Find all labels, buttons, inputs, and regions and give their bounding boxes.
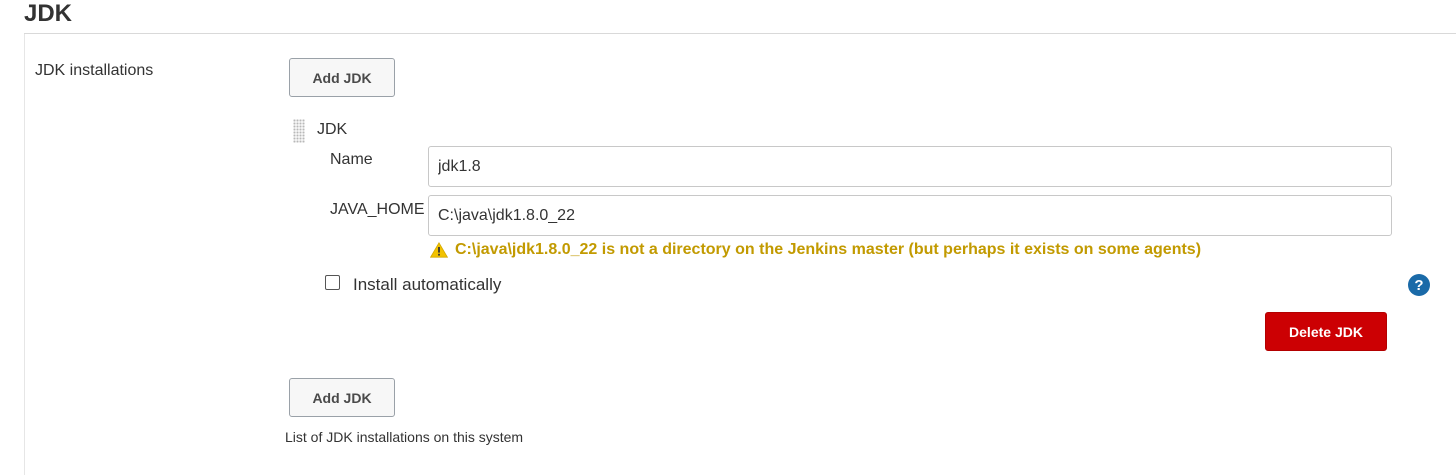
warning-text: C:\java\jdk1.8.0_22 is not a directory o… — [455, 241, 1202, 258]
warning-triangle-icon — [430, 242, 448, 258]
name-label: Name — [330, 151, 373, 168]
jdk-entry-header: JDK — [317, 121, 348, 138]
add-jdk-button-top[interactable]: Add JDK — [289, 58, 395, 97]
jdk-installations-label: JDK installations — [35, 62, 154, 79]
add-jdk-button-bottom[interactable]: Add JDK — [289, 378, 395, 417]
drag-handle-icon[interactable] — [293, 119, 305, 143]
help-icon[interactable]: ? — [1408, 274, 1430, 296]
section-left-border — [24, 34, 25, 475]
delete-jdk-button[interactable]: Delete JDK — [1265, 312, 1387, 351]
java-home-warning: C:\java\jdk1.8.0_22 is not a directory o… — [430, 241, 1201, 259]
title-divider — [24, 33, 1456, 34]
name-input[interactable] — [428, 146, 1392, 187]
java-home-label: JAVA_HOME — [330, 201, 425, 218]
install-automatically-checkbox[interactable] — [325, 275, 340, 290]
java-home-input[interactable] — [428, 195, 1392, 236]
section-title: JDK — [24, 0, 73, 27]
jdk-installations-description: List of JDK installations on this system — [285, 429, 524, 445]
install-automatically-label[interactable]: Install automatically — [353, 275, 501, 295]
